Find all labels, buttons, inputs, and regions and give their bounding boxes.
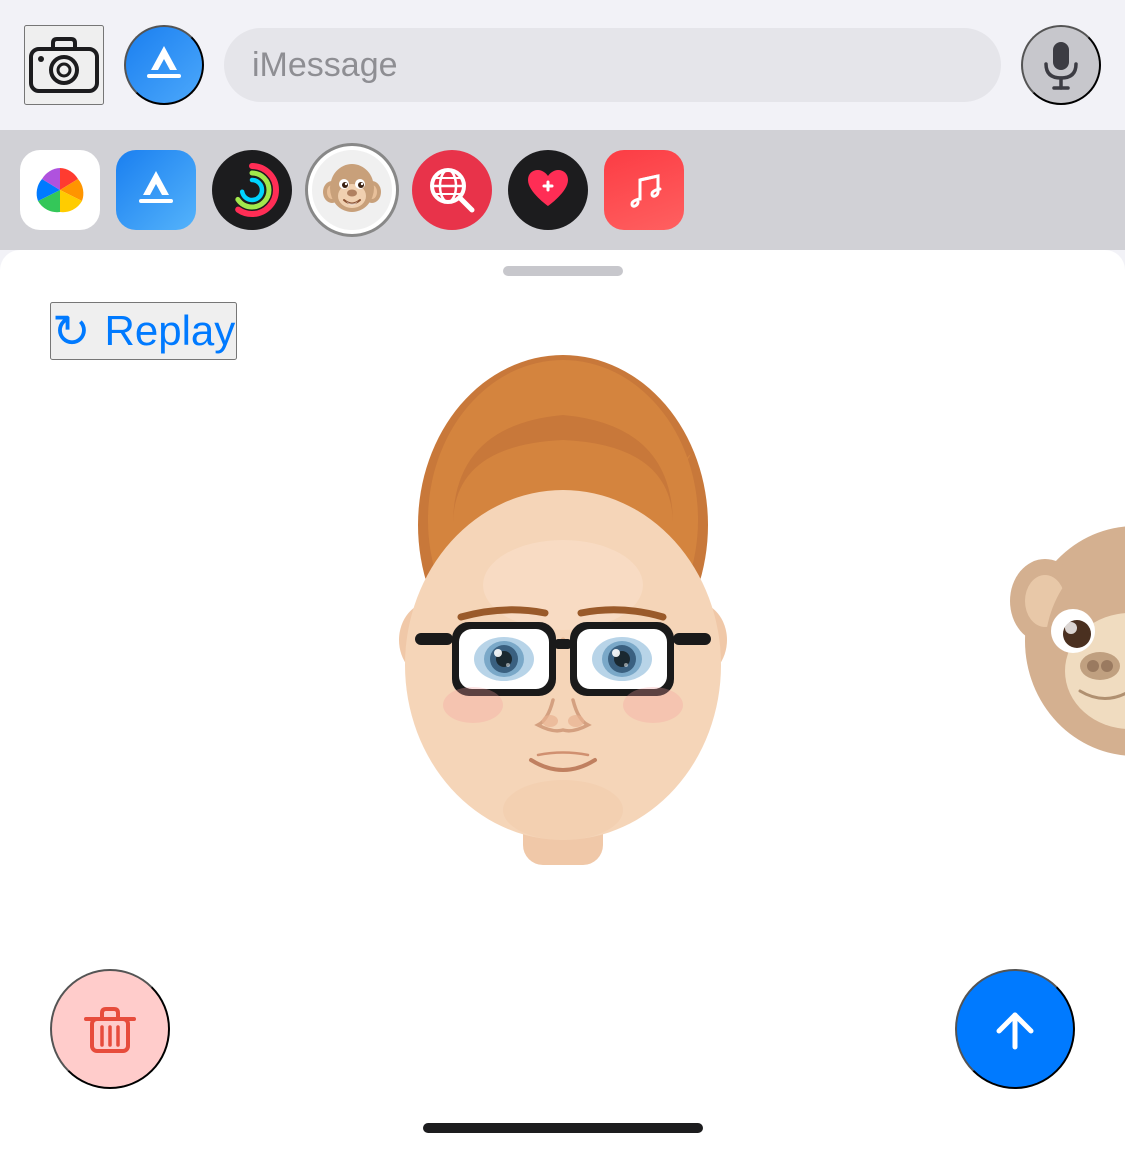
trash-icon bbox=[82, 1001, 138, 1057]
send-button[interactable] bbox=[955, 969, 1075, 1089]
appstore2-icon bbox=[131, 165, 181, 215]
app-icons-row bbox=[0, 130, 1125, 250]
imessage-placeholder: iMessage bbox=[252, 46, 398, 85]
app-icon-music[interactable] bbox=[604, 150, 684, 230]
monkey-icon bbox=[322, 160, 382, 220]
bottom-actions bbox=[0, 949, 1125, 1149]
home-indicator bbox=[423, 1123, 703, 1133]
memoji-face-svg bbox=[353, 345, 773, 875]
send-icon bbox=[987, 1001, 1043, 1057]
app-icon-monkey[interactable] bbox=[308, 146, 396, 234]
monkey-peek bbox=[955, 501, 1125, 781]
app-icon-worldsearch[interactable] bbox=[412, 150, 492, 230]
mic-icon bbox=[1042, 40, 1080, 90]
memoji-area bbox=[0, 276, 1125, 949]
app-icon-photos[interactable] bbox=[20, 150, 100, 230]
photos-icon bbox=[30, 160, 90, 220]
app-icon-activity[interactable] bbox=[212, 150, 292, 230]
delete-button[interactable] bbox=[50, 969, 170, 1089]
app-icon-appstore2[interactable] bbox=[116, 150, 196, 230]
camera-icon bbox=[29, 35, 99, 95]
imessage-input[interactable]: iMessage bbox=[224, 28, 1001, 102]
app-store-button[interactable] bbox=[124, 25, 204, 105]
memoji-character bbox=[353, 345, 773, 880]
top-toolbar: iMessage bbox=[0, 0, 1125, 130]
music-icon bbox=[620, 164, 668, 216]
monkey-peek-svg bbox=[955, 501, 1125, 781]
activity-icon bbox=[223, 161, 281, 219]
worldsearch-icon bbox=[426, 164, 478, 216]
drag-handle[interactable] bbox=[503, 266, 623, 276]
app-icon-heartapp[interactable] bbox=[508, 150, 588, 230]
memoji-panel: ↻ Replay bbox=[0, 250, 1125, 1149]
mic-button[interactable] bbox=[1021, 25, 1101, 105]
app-store-icon bbox=[139, 40, 189, 90]
camera-button[interactable] bbox=[24, 25, 104, 105]
heartapp-icon bbox=[522, 164, 574, 216]
